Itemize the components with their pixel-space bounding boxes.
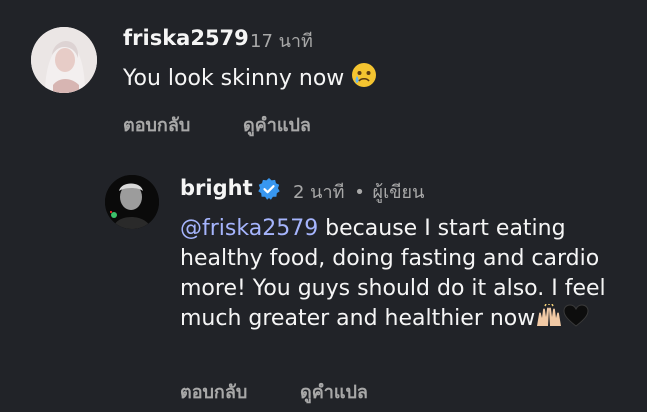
reply-button[interactable]: ตอบกลับ: [123, 110, 190, 139]
translate-button[interactable]: ดูคำแปล: [243, 110, 311, 139]
mention-link[interactable]: @friska2579: [180, 216, 318, 241]
reply-text: @friska2579 because I start eating healt…: [180, 214, 610, 337]
comment-text: You look skinny now: [123, 62, 377, 97]
black-heart-emoji-icon: [563, 304, 589, 337]
comment-friska2579: friska2579 17 นาที You look skinny now ต…: [0, 0, 647, 150]
author-tag: ผู้เขียน: [372, 182, 425, 203]
reply-button[interactable]: ตอบกลับ: [180, 377, 247, 406]
avatar-image: [31, 27, 97, 93]
avatar-bright[interactable]: [105, 175, 159, 229]
comment-text-content: You look skinny now: [123, 66, 345, 91]
meta-separator: •: [354, 182, 365, 203]
reply-time-text: 2 นาที: [293, 182, 345, 203]
avatar-image: [105, 175, 159, 229]
reply-username[interactable]: bright: [180, 176, 253, 200]
translate-button[interactable]: ดูคำแปล: [300, 377, 368, 406]
avatar-friska2579[interactable]: [31, 27, 97, 93]
comment-username[interactable]: friska2579: [123, 26, 249, 50]
comment-time: 17 นาที: [250, 31, 313, 52]
raised-hands-emoji-icon: [535, 303, 563, 337]
reply-time: 2 นาที • ผู้เขียน: [293, 177, 424, 206]
verified-badge-icon: [257, 177, 281, 205]
crying-face-icon: [351, 62, 377, 97]
reply-bright: bright 2 นาที • ผู้เขียน @friska2579 bec…: [0, 150, 647, 412]
